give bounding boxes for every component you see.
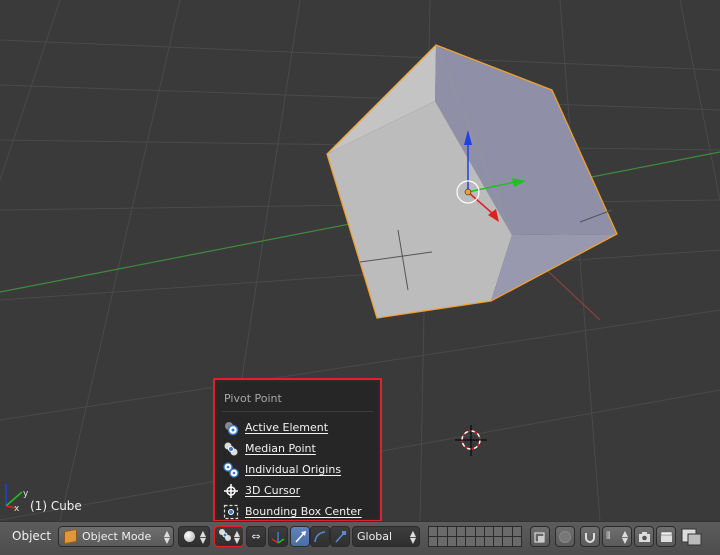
dropdown-arrows-icon: ▲ ▼: [621, 528, 628, 545]
menu-item-label: 3D Cursor: [245, 484, 301, 497]
pivot-point-menu: Pivot Point Active Element Median Point …: [213, 378, 382, 522]
translate-arrow-icon: [295, 530, 306, 542]
opengl-render-icon: [681, 528, 702, 546]
bounding-box-center-icon: [223, 504, 239, 520]
mode-label: Object Mode: [82, 530, 152, 543]
viewport-header: Object Object Mode ▲ ▼ ▲ ▼ ▲ ▼ ⇔ Global ▲ ▼: [0, 521, 720, 555]
object-menu[interactable]: Object: [12, 529, 51, 543]
pivot-align-button[interactable]: ⇔: [246, 526, 266, 547]
median-point-icon: [218, 528, 232, 545]
layer-buttons[interactable]: [428, 526, 524, 547]
pivot-point-selector[interactable]: ▲ ▼: [214, 526, 244, 547]
lock-layers-icon: [534, 532, 545, 542]
menu-item-label: Active Element: [245, 421, 329, 434]
opengl-render-button[interactable]: [680, 526, 704, 547]
dropdown-arrows-icon: ▲ ▼: [163, 528, 170, 545]
dropdown-arrows-icon: ▲ ▼: [409, 528, 416, 545]
rotate-arc-icon: [314, 530, 326, 542]
cursor-3d-icon: [223, 483, 239, 499]
proportional-editing-icon: [559, 530, 571, 543]
render-animation-button[interactable]: [656, 526, 676, 547]
viewport-shading-selector[interactable]: ▲ ▼: [178, 526, 210, 547]
active-element-icon: [223, 420, 239, 436]
axis-x-label: x: [14, 504, 20, 512]
menu-item-3d-cursor[interactable]: 3D Cursor: [223, 481, 373, 500]
snap-toggle-button[interactable]: [580, 526, 600, 547]
magnet-icon: [585, 532, 595, 543]
proportional-editing-button[interactable]: [555, 526, 575, 547]
individual-origins-icon: [223, 461, 239, 478]
camera-icon: [638, 531, 650, 542]
menu-item-label: Bounding Box Center: [245, 505, 362, 518]
menu-item-individual-origins[interactable]: Individual Origins: [223, 460, 373, 479]
menu-item-active-element[interactable]: Active Element: [223, 418, 373, 437]
snap-element-selector[interactable]: ⦀ ▲ ▼: [602, 526, 632, 547]
dropdown-arrows-icon: ▲ ▼: [233, 528, 240, 545]
rotate-manipulator-button[interactable]: [310, 526, 330, 547]
translate-manipulator-button[interactable]: [290, 526, 310, 547]
lock-layers-button[interactable]: [530, 526, 550, 547]
transform-orientation-selector[interactable]: Global ▲ ▼: [352, 526, 420, 547]
pivot-align-icon: ⇔: [251, 530, 261, 543]
solid-shading-icon: [184, 531, 195, 542]
scale-icon: [335, 530, 346, 542]
menu-item-median-point[interactable]: Median Point: [223, 439, 373, 458]
scale-manipulator-button[interactable]: [330, 526, 350, 547]
dropdown-arrows-icon: ▲ ▼: [199, 528, 206, 545]
object-mode-icon: [64, 528, 77, 545]
manipulator-toggle-button[interactable]: [268, 526, 288, 547]
snap-increment-icon: ⦀: [606, 531, 611, 542]
axis-y-label: y: [23, 489, 29, 499]
active-object-label: (1) Cube: [30, 499, 82, 513]
clapperboard-icon: [660, 531, 672, 542]
menu-separator: [222, 411, 373, 412]
3d-cursor[interactable]: [455, 425, 487, 456]
mode-selector[interactable]: Object Mode ▲ ▼: [58, 526, 174, 547]
render-button[interactable]: [634, 526, 654, 547]
menu-item-label: Individual Origins: [245, 463, 342, 476]
median-point-icon: [223, 441, 239, 457]
manipulator-icon: [271, 531, 285, 544]
pivot-menu-title: Pivot Point: [224, 392, 282, 405]
menu-item-label: Median Point: [245, 442, 316, 455]
orientation-label: Global: [357, 530, 393, 543]
menu-item-bounding-box-center[interactable]: Bounding Box Center: [223, 502, 373, 521]
